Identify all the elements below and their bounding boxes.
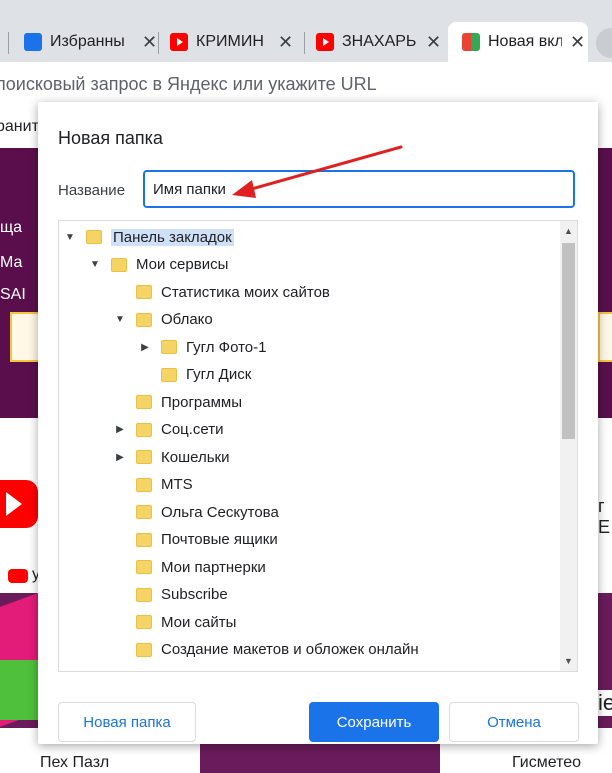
tab-title: Новая вкл — [488, 33, 562, 50]
tree-item[interactable]: ▶ Гугл Фото-1 — [138, 335, 266, 359]
tree-item-label: Ольга Сескутова — [161, 503, 279, 521]
bg-label: ie — [598, 690, 612, 716]
folder-icon — [136, 285, 152, 299]
folder-icon — [161, 340, 177, 354]
tree-item-label: Программы — [161, 393, 243, 411]
bottom-tile-label: Пех Пазл — [40, 754, 110, 771]
tree-item[interactable]: ▶ Соц.сети — [113, 418, 224, 442]
bg-label: SAI — [0, 286, 26, 303]
youtube-icon[interactable] — [0, 480, 38, 528]
scroll-thumb[interactable] — [562, 243, 575, 439]
folder-icon — [136, 395, 152, 409]
close-icon[interactable]: ✕ — [278, 32, 293, 53]
expand-right-icon[interactable]: ▶ — [113, 424, 127, 435]
tree-item-label: Облако — [161, 311, 213, 328]
tree-item-label: Subscribe — [161, 586, 228, 603]
bg-search-box — [598, 312, 612, 362]
scroll-up-icon[interactable]: ▲ — [560, 223, 577, 239]
folder-icon — [136, 587, 152, 602]
tree-item-label: Мои партнерки — [161, 558, 266, 576]
tree-item-label: Мои сервисы — [136, 256, 229, 273]
tree-item-label: Панель закладок — [111, 228, 234, 246]
bg-label: г Е — [598, 496, 611, 537]
tab-separator — [304, 32, 305, 54]
tree-scrollbar[interactable]: ▲ ▼ — [560, 221, 577, 671]
new-folder-button[interactable]: Новая папка — [58, 702, 196, 742]
yandex-tiles-icon — [462, 33, 480, 51]
folder-icon — [86, 230, 102, 244]
expand-down-icon[interactable]: ▼ — [113, 314, 127, 325]
tab-title: КРИМИН — [196, 33, 264, 50]
tab-separator — [8, 32, 9, 54]
folder-icon — [136, 450, 152, 464]
bookmark-folder-tree[interactable]: ▲ ▼ ▼ Панель закладок ▼ Мои сервисы Статисти… — [58, 220, 578, 672]
tree-item[interactable]: Создание макетов и обложек онлайн — [113, 638, 419, 662]
folder-icon — [136, 505, 152, 519]
tab-new-tab[interactable]: Новая вкл ✕ — [448, 22, 588, 62]
youtube-icon — [8, 569, 28, 583]
tab-favorites[interactable]: Избранны ✕ — [24, 22, 160, 62]
youtube-icon — [170, 33, 188, 51]
tree-item[interactable]: Мои сайты — [113, 610, 236, 634]
tab-title: ЗНАХАРЬ — [342, 33, 417, 50]
folder-icon — [136, 422, 152, 437]
folder-icon — [136, 642, 152, 657]
save-button[interactable]: Сохранить — [309, 702, 439, 742]
scroll-down-icon[interactable]: ▼ — [560, 653, 577, 669]
close-icon[interactable]: ✕ — [142, 32, 157, 53]
close-icon[interactable]: ✕ — [426, 32, 441, 53]
tree-item[interactable]: Гугл Диск — [138, 363, 251, 387]
expand-down-icon[interactable]: ▼ — [63, 232, 77, 243]
tree-item[interactable]: MTS — [113, 473, 193, 497]
bottom-tile-label: Гисметео — [512, 754, 582, 771]
game-thumbnail-accent — [0, 660, 40, 720]
folder-icon — [161, 367, 177, 382]
tree-item[interactable]: ▶ Кошельки — [113, 445, 229, 469]
tree-item[interactable]: Почтовые ящики — [113, 528, 278, 552]
tree-item-label: Гугл Диск — [186, 366, 252, 383]
tree-item[interactable]: ▼ Панель закладок — [63, 225, 234, 249]
tree-item-label: Статистика моих сайтов — [161, 283, 330, 301]
tree-item-label: Гугл Фото-1 — [186, 338, 267, 356]
tree-item[interactable]: Мои партнерки — [113, 555, 266, 579]
tab-separator — [158, 32, 159, 54]
expand-down-icon[interactable]: ▼ — [88, 259, 102, 270]
folder-icon — [136, 477, 152, 492]
expand-right-icon[interactable]: ▶ — [138, 342, 152, 353]
tab-znakhar[interactable]: ЗНАХАРЬ ✕ — [316, 22, 446, 62]
tree-item[interactable]: ▼ Облако — [113, 308, 213, 332]
monitor-icon — [24, 33, 42, 51]
dialog-title: Новая папка — [58, 128, 163, 148]
close-icon[interactable]: ✕ — [570, 32, 585, 53]
annotation-arrow-icon — [232, 145, 403, 198]
tree-item-label: Почтовые ящики — [161, 531, 278, 548]
tree-item[interactable]: ▼ Мои сервисы — [88, 253, 228, 277]
cancel-button[interactable]: Отмена — [449, 702, 579, 742]
folder-icon — [136, 312, 152, 327]
bg-label: ща — [0, 219, 23, 236]
tree-item[interactable]: Статистика моих сайтов — [113, 280, 330, 304]
folder-icon — [111, 257, 127, 272]
tab-title: Избранны — [50, 33, 125, 50]
name-label: Название — [58, 182, 126, 199]
address-placeholder: поисковый запрос в Яндекс или укажите UR… — [0, 74, 377, 94]
folder-icon — [136, 615, 152, 629]
tab-kriminal[interactable]: КРИМИН ✕ — [170, 22, 300, 62]
folder-icon — [136, 560, 152, 574]
new-folder-dialog: Новая папка Название ▲ ▼ ▼ Панель закладо… — [38, 102, 598, 744]
tree-item-label: Создание макетов и обложек онлайн — [161, 641, 419, 658]
folder-icon — [136, 532, 152, 547]
tree-item[interactable]: Программы — [113, 390, 242, 414]
tree-item-label: Соц.сети — [161, 421, 224, 438]
tree-item-label: Кошельки — [161, 448, 230, 466]
tree-item-label: MTS — [161, 476, 193, 493]
tree-item[interactable]: Subscribe — [113, 583, 228, 607]
tree-item[interactable]: Ольга Сескутова — [113, 500, 279, 524]
bookmarks-fragment: ранит — [0, 118, 39, 135]
expand-right-icon[interactable]: ▶ — [113, 452, 127, 463]
youtube-icon — [316, 33, 334, 51]
tree-item-label: Мои сайты — [161, 613, 237, 631]
bg-label: Ма — [0, 254, 23, 271]
